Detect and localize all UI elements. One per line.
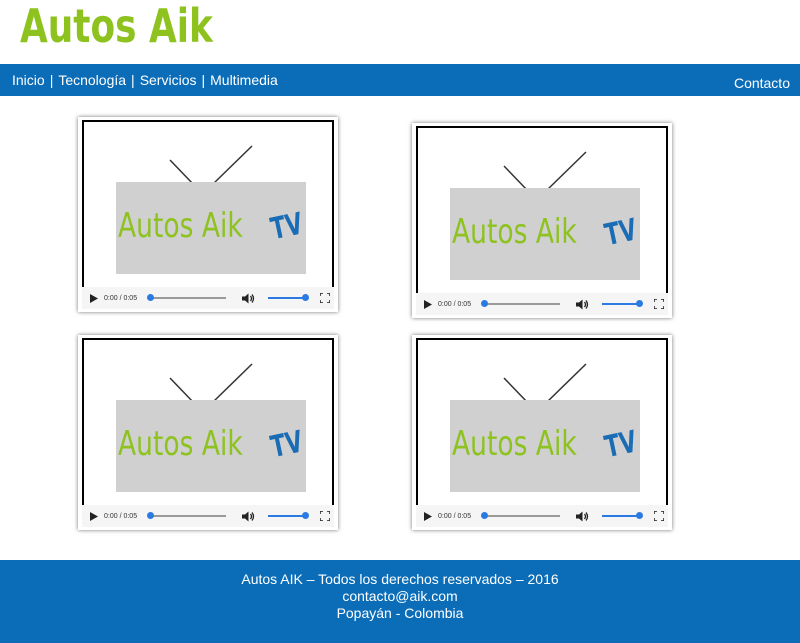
site-logo[interactable]: Autos Aik (20, 0, 213, 60)
nav-item-multimedia[interactable]: Multimedia (210, 72, 278, 88)
poster-tv-badge: TV (267, 206, 306, 248)
video-poster: Autos Aik TV (450, 400, 640, 492)
nav-separator: | (131, 72, 135, 88)
fullscreen-icon[interactable] (320, 505, 330, 527)
video-controls: 0:00 / 0:05 (82, 505, 334, 527)
play-icon[interactable] (90, 505, 100, 527)
play-icon[interactable] (424, 505, 434, 527)
time-display: 0:00 / 0:05 (104, 512, 138, 520)
volume-slider[interactable] (602, 505, 643, 527)
nav-links: Inicio | Tecnología | Servicios | Multim… (12, 72, 278, 88)
progress-knob[interactable] (147, 294, 154, 301)
time-display: 0:00 / 0:05 (438, 300, 472, 308)
fullscreen-icon[interactable] (654, 293, 664, 315)
time-display: 0:00 / 0:05 (104, 294, 138, 302)
video-controls: 0:00 / 0:05 (416, 505, 668, 527)
video-poster: Autos Aik TV (116, 400, 306, 492)
progress-slider[interactable] (481, 293, 560, 315)
poster-title: Autos Aik (118, 206, 243, 246)
video-poster: Autos Aik TV (450, 188, 640, 280)
fullscreen-icon[interactable] (654, 505, 664, 527)
video-controls: 0:00 / 0:05 (82, 287, 334, 309)
video-frame[interactable]: Autos Aik TV (416, 126, 668, 315)
volume-slider[interactable] (268, 287, 309, 309)
video-frame[interactable]: Autos Aik TV (82, 120, 334, 309)
video-player[interactable]: Autos Aik TV 0:00 / 0:05 (412, 123, 672, 318)
progress-knob[interactable] (481, 300, 488, 307)
volume-icon[interactable] (242, 287, 256, 309)
play-icon[interactable] (424, 293, 434, 315)
nav-separator: | (201, 72, 206, 88)
nav-contact-wrapper: Contacto (734, 75, 790, 91)
main-navbar: Inicio | Tecnología | Servicios | Multim… (0, 64, 800, 96)
video-frame[interactable]: Autos Aik TV (416, 338, 668, 527)
footer-copyright: Autos AIK – Todos los derechos reservado… (241, 571, 559, 587)
fullscreen-icon[interactable] (320, 287, 330, 309)
volume-knob[interactable] (636, 512, 643, 519)
play-icon[interactable] (90, 287, 100, 309)
video-player[interactable]: Autos Aik TV 0:00 / 0:05 (412, 335, 672, 530)
progress-slider[interactable] (147, 287, 226, 309)
volume-slider[interactable] (602, 293, 643, 315)
poster-title: Autos Aik (452, 424, 577, 464)
poster-tv-badge: TV (601, 212, 640, 254)
video-player[interactable]: Autos Aik TV 0:00 / 0:05 (78, 335, 338, 530)
site-footer: Autos AIK – Todos los derechos reservado… (0, 560, 800, 643)
poster-title: Autos Aik (118, 424, 243, 464)
time-display: 0:00 / 0:05 (438, 512, 472, 520)
volume-icon[interactable] (576, 293, 590, 315)
footer-location: Popayán - Colombia (336, 605, 464, 621)
video-player[interactable]: Autos Aik TV 0:00 / 0:05 (78, 117, 338, 312)
progress-knob[interactable] (481, 512, 488, 519)
nav-item-contacto[interactable]: Contacto (734, 75, 790, 91)
volume-knob[interactable] (302, 512, 309, 519)
poster-title: Autos Aik (452, 212, 577, 252)
volume-slider[interactable] (268, 505, 309, 527)
video-frame[interactable]: Autos Aik TV (82, 338, 334, 527)
video-controls: 0:00 / 0:05 (416, 293, 668, 315)
footer-email: contacto@aik.com (342, 588, 458, 604)
progress-knob[interactable] (147, 512, 154, 519)
progress-slider[interactable] (147, 505, 226, 527)
poster-tv-badge: TV (267, 424, 306, 466)
volume-knob[interactable] (636, 300, 643, 307)
video-poster: Autos Aik TV (116, 182, 306, 274)
nav-item-tecnologia[interactable]: Tecnología (58, 72, 126, 88)
nav-item-inicio[interactable]: Inicio (12, 72, 45, 88)
volume-knob[interactable] (302, 294, 309, 301)
volume-icon[interactable] (576, 505, 590, 527)
poster-tv-badge: TV (601, 424, 640, 466)
nav-item-servicios[interactable]: Servicios (140, 72, 197, 88)
progress-slider[interactable] (481, 505, 560, 527)
volume-icon[interactable] (242, 505, 256, 527)
nav-separator: | (49, 72, 54, 88)
